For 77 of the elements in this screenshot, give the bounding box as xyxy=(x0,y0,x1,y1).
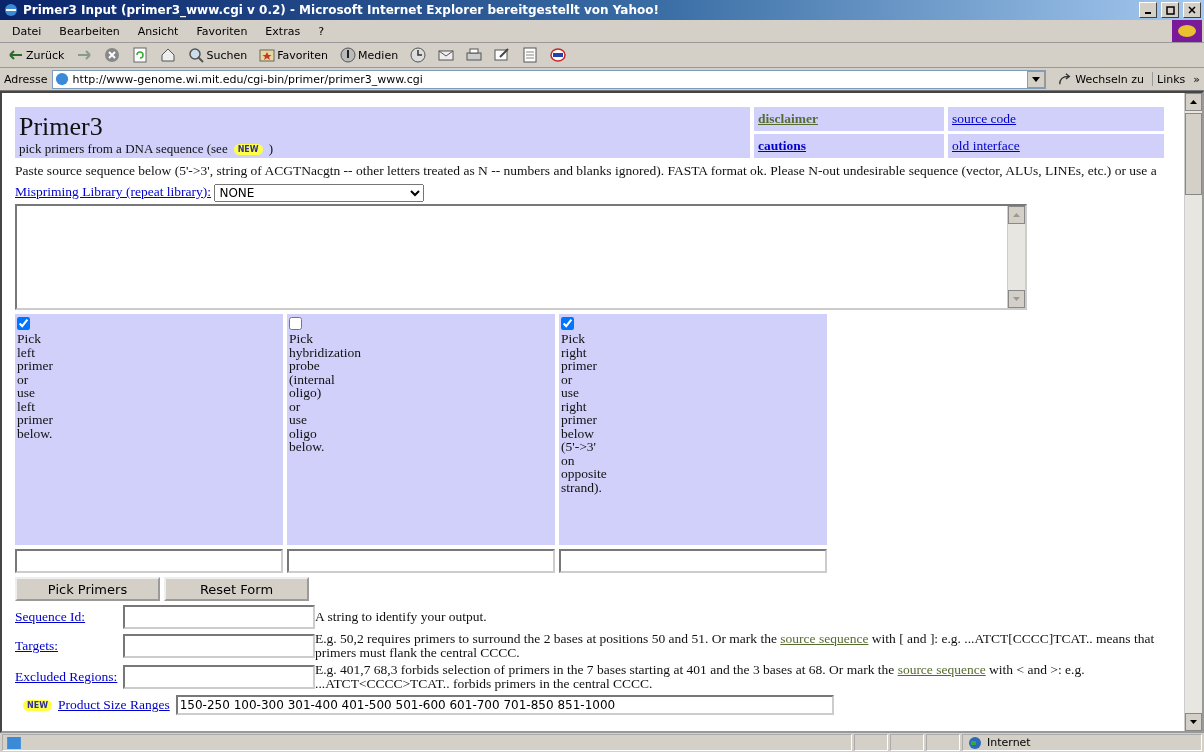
primer-input[interactable] xyxy=(287,549,555,573)
page-icon xyxy=(7,736,21,749)
down-arrow-icon xyxy=(1013,297,1020,301)
mail-icon[interactable] xyxy=(436,47,457,63)
primer-input[interactable] xyxy=(15,549,283,573)
field-label-link[interactable]: Excluded Regions: xyxy=(15,669,123,685)
text-input[interactable] xyxy=(123,665,315,689)
scroll-up-button[interactable] xyxy=(1185,93,1202,111)
closing-paren: ) xyxy=(268,141,273,157)
menu-item[interactable]: Extras xyxy=(257,24,309,38)
address-label: Adresse xyxy=(4,72,48,86)
source-sequence-link[interactable]: source sequence xyxy=(897,662,986,677)
up-arrow-icon xyxy=(1013,213,1020,217)
menu-item[interactable]: ? xyxy=(310,24,332,38)
dropdown-button[interactable] xyxy=(1027,70,1046,88)
new-badge: NEW xyxy=(23,699,52,711)
field-description: E.g. 50,2 requires primers to surround the 2 bases at positions 50 and 51. Or mark the source sequence with [ and ]: e.g. ...ATCT[CCCC]TCAT.. means that primers must flank the central CCCC. xyxy=(315,632,1156,660)
address-field[interactable]: http://www-genome.wi.mit.edu/cgi-bin/primer/primer3_www.cgi xyxy=(51,69,1047,89)
option-label: Pick hybridization probe (internal oligo) or use oligo below. xyxy=(289,332,361,454)
close-icon xyxy=(1188,6,1196,14)
header-link[interactable]: cautions xyxy=(758,138,806,153)
page-subtitle: pick primers from a DNA sequence (see xyxy=(19,141,228,157)
checkbox[interactable] xyxy=(289,317,302,330)
down-arrow-icon xyxy=(1190,720,1197,724)
toolbar-button[interactable]: Suchen xyxy=(186,47,250,63)
go-button[interactable]: Wechseln zu xyxy=(1050,72,1153,86)
chevron-icon[interactable]: » xyxy=(1193,72,1200,86)
primer-input[interactable] xyxy=(559,549,827,573)
toolbar-button[interactable]: Medien xyxy=(338,47,401,63)
window-title: Primer3 Input (primer3_www.cgi v 0.2) - Microsoft Internet Explorer bereitgestellt von Yahoo! xyxy=(23,3,660,17)
header-link[interactable]: old interface xyxy=(952,138,1020,153)
text-input[interactable] xyxy=(123,634,315,658)
field-label-link[interactable]: Sequence Id: xyxy=(15,609,123,625)
field-description: E.g. 401,7 68,3 forbids selection of primers in the 7 bases starting at 401 and the 3 bases at 68. Or mark the source sequence with < and >: e.g. ...ATCT<CCCC>TCAT.. forbids primers in the central CCCC. xyxy=(315,663,1086,691)
text-input[interactable] xyxy=(123,605,315,629)
zone-label: Internet xyxy=(987,736,1031,749)
menu-item[interactable]: Bearbeiten xyxy=(51,24,128,38)
globe-icon xyxy=(967,736,983,749)
intro-text: Paste source sequence below (5'->3', string of ACGTNacgtn -- other letters treated as N -- numbers and blanks ignored). FASTA format ok. Please N-out undesirable sequence (vector, ALUs, LINEs, etc.) or use a Mispriming Library (repeat library): NONE xyxy=(15,160,1164,202)
new-badge: NEW xyxy=(233,143,263,155)
toolbar-button[interactable]: Zurück xyxy=(6,47,67,63)
links-button[interactable]: Links xyxy=(1157,72,1186,86)
up-arrow-icon xyxy=(1190,100,1197,104)
scroll-thumb[interactable] xyxy=(1185,113,1202,195)
page-title: Primer3 xyxy=(19,113,104,141)
mispriming-library-link[interactable]: Mispriming Library (repeat library): xyxy=(15,184,212,199)
header-link[interactable]: disclaimer xyxy=(758,111,818,126)
menu-item[interactable]: Ansicht xyxy=(129,24,187,38)
header-link[interactable]: source code xyxy=(952,111,1017,126)
menu-item[interactable]: Datei xyxy=(4,24,50,38)
scroll-down-button[interactable] xyxy=(1185,713,1202,731)
option-label: Pick left primer or use left primer below. xyxy=(17,332,53,440)
option-label: Pick right primer or use right primer below (5'->3' on opposite strand). xyxy=(561,332,607,494)
clock-icon[interactable] xyxy=(408,47,429,63)
minimize-button[interactable] xyxy=(1139,2,1157,18)
text-input[interactable]: 150-250 100-300 301-400 401-500 501-600 601-700 701-850 851-1000 xyxy=(175,695,834,715)
library-select[interactable]: NONE xyxy=(214,183,425,202)
form-button[interactable]: Reset Form xyxy=(164,577,309,601)
toolbar-button[interactable]: Favoriten xyxy=(257,47,331,63)
menu-item[interactable]: Favoriten xyxy=(188,24,256,38)
checkbox[interactable] xyxy=(561,317,574,330)
maximize-icon xyxy=(1165,5,1175,15)
source-sequence-link[interactable]: source sequence xyxy=(780,631,869,646)
field-label-link[interactable]: Product Size Ranges xyxy=(58,697,170,713)
printer-icon[interactable] xyxy=(464,47,485,63)
close-button[interactable] xyxy=(1183,2,1201,18)
form-button[interactable]: Pick Primers xyxy=(15,577,160,601)
field-description: A string to identify your output. xyxy=(315,610,488,624)
field-label-link[interactable]: Targets: xyxy=(15,638,123,654)
page-icon xyxy=(54,72,69,86)
star-folder-icon xyxy=(259,47,276,63)
browser-icon xyxy=(3,2,19,18)
maximize-button[interactable] xyxy=(1161,2,1179,18)
checkbox[interactable] xyxy=(17,317,30,330)
curved-arrow-icon xyxy=(1058,72,1073,86)
down-arrow-icon xyxy=(1032,76,1041,82)
search-icon xyxy=(188,47,205,63)
